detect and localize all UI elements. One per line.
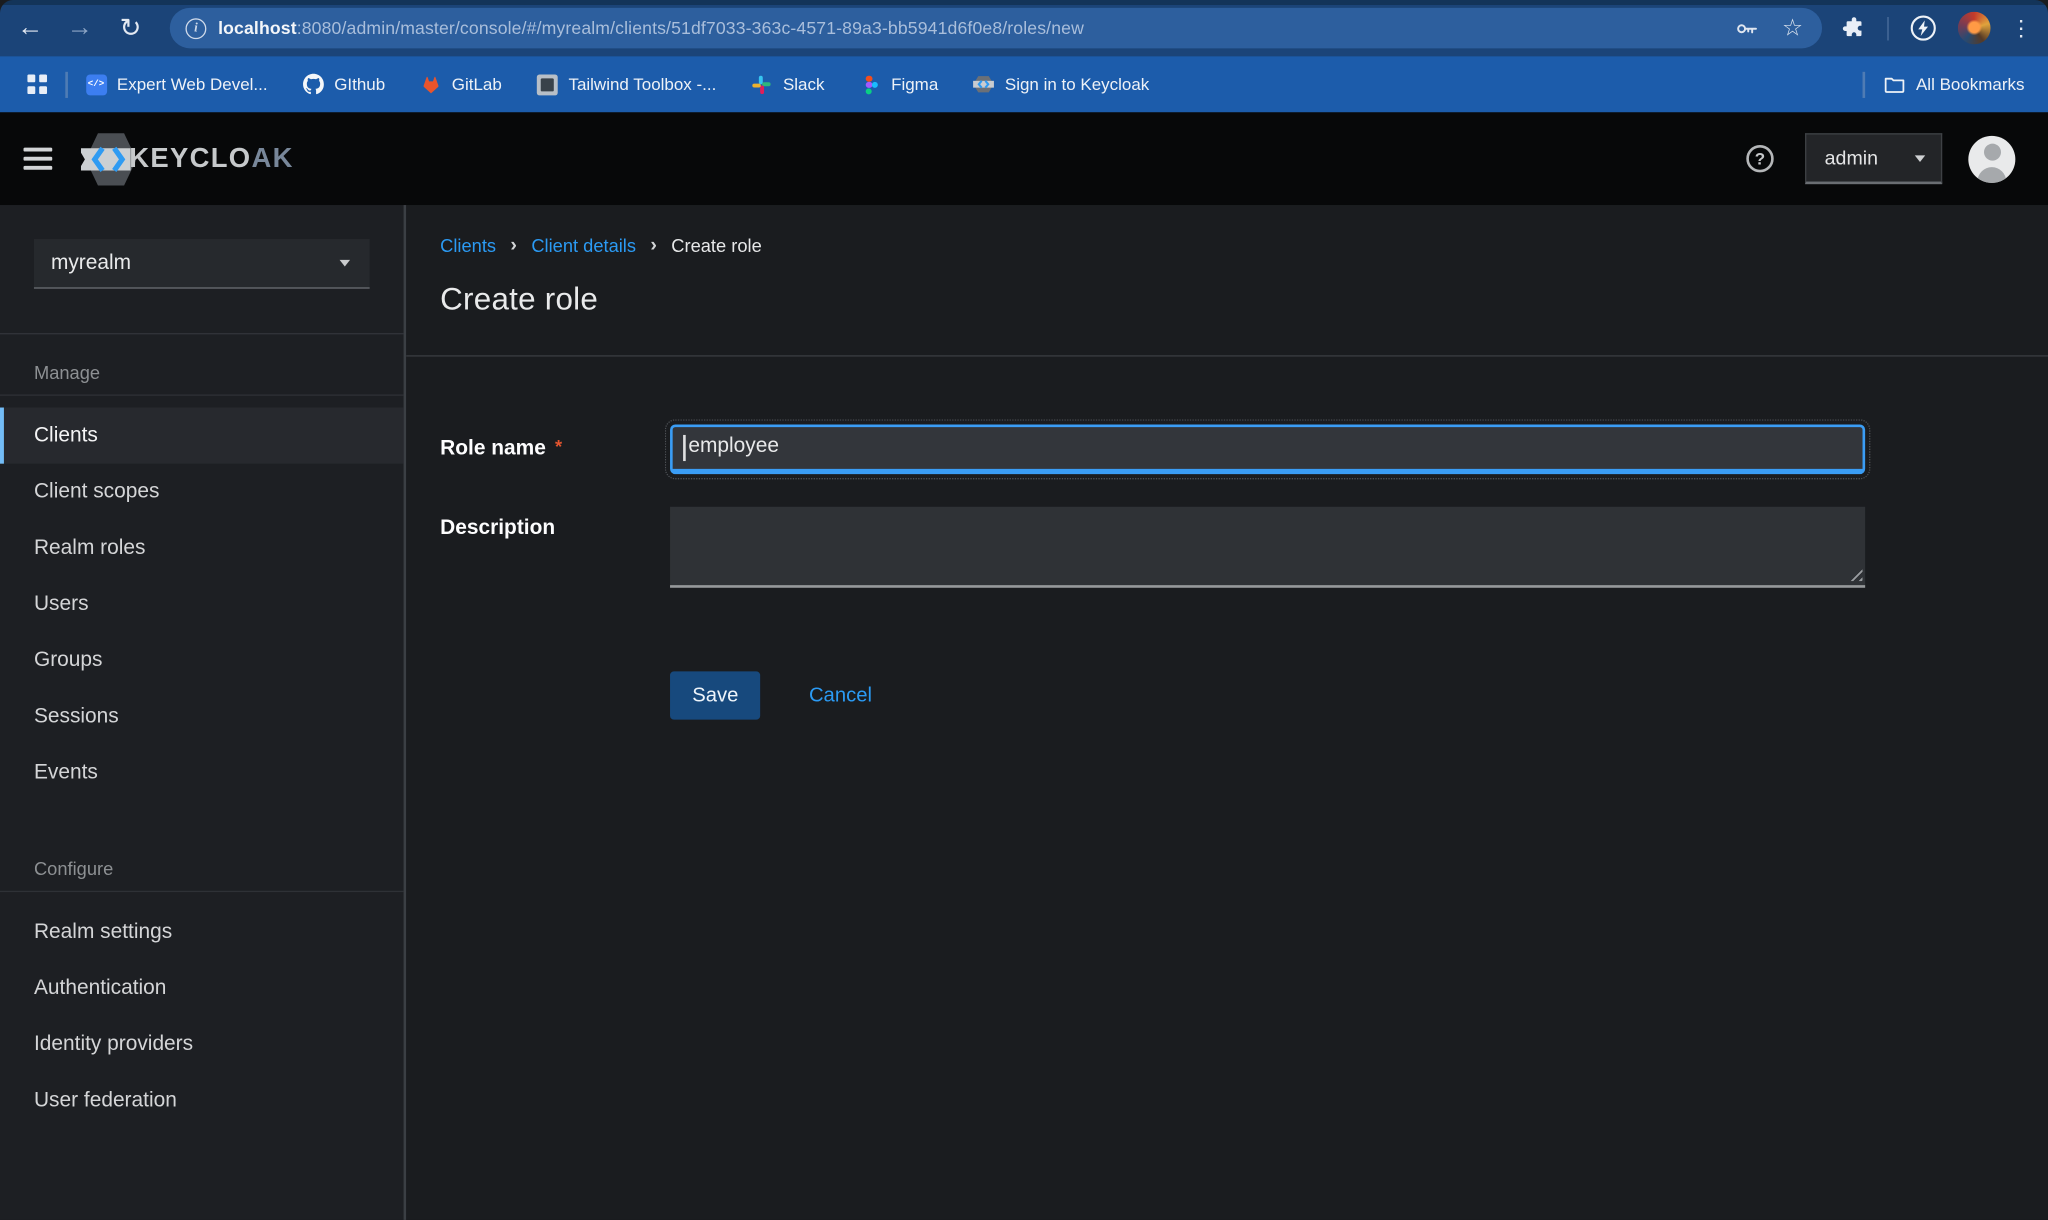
bookmark-gitlab[interactable]: GitLab xyxy=(420,74,501,95)
toolbox-icon xyxy=(537,74,558,95)
sidebar-item-client-scopes[interactable]: Client scopes xyxy=(0,464,404,520)
bookmark-label: Slack xyxy=(783,74,825,94)
chevron-right-icon: › xyxy=(650,234,657,256)
breadcrumb-current: Create role xyxy=(671,234,761,255)
role-name-label: Role name * xyxy=(440,424,670,474)
bookmark-label: Sign in to Keycloak xyxy=(1005,74,1149,94)
brand-wordmark: KEYCLOAK xyxy=(129,143,293,174)
nav-section-manage: Manage xyxy=(0,334,404,395)
browser-menu-icon[interactable]: ⋮ xyxy=(2010,17,2032,39)
extensions-puzzle-icon[interactable] xyxy=(1840,14,1867,41)
user-avatar[interactable] xyxy=(1968,135,2015,182)
password-key-icon[interactable] xyxy=(1735,15,1761,41)
apps-grid-icon[interactable] xyxy=(27,74,47,94)
description-textarea[interactable] xyxy=(670,507,1865,588)
user-menu-dropdown[interactable]: admin xyxy=(1805,133,1942,184)
section-divider xyxy=(406,355,2048,356)
keycloak-masthead: KEYCLOAK ? admin xyxy=(0,112,2048,205)
cancel-link[interactable]: Cancel xyxy=(809,684,872,708)
bookmark-keycloak[interactable]: Sign in to Keycloak xyxy=(974,74,1150,95)
chevron-right-icon: › xyxy=(510,234,517,256)
sidebar-nav: Manage Clients Client scopes Realm roles… xyxy=(0,334,404,1128)
code-editor-icon: </> xyxy=(86,74,107,95)
url-text[interactable]: localhost:8080/admin/master/console/#/my… xyxy=(218,18,1711,38)
screenshot-stage: ← → ↻ i localhost:8080/admin/master/cons… xyxy=(0,0,2048,1220)
text-cursor xyxy=(683,435,685,461)
address-bar[interactable]: i localhost:8080/admin/master/console/#/… xyxy=(170,8,1822,48)
sidebar-item-sessions[interactable]: Sessions xyxy=(0,688,404,744)
sidebar-item-groups[interactable]: Groups xyxy=(0,632,404,688)
brand-accent: AK xyxy=(251,143,293,173)
nav-toggle-icon[interactable] xyxy=(24,148,53,170)
toolbar-separator xyxy=(1887,16,1889,40)
brand-main: KEYCLO xyxy=(129,143,251,173)
all-bookmarks-label: All Bookmarks xyxy=(1916,74,2025,94)
bookmark-tailwind-toolbox[interactable]: Tailwind Toolbox -... xyxy=(537,74,716,95)
nav-section-configure: Configure xyxy=(0,801,404,892)
help-icon[interactable]: ? xyxy=(1746,145,1773,172)
bookmark-figma[interactable]: Figma xyxy=(860,74,939,95)
bookmark-expert-web[interactable]: </> Expert Web Devel... xyxy=(86,74,268,95)
breadcrumb-client-details-link[interactable]: Client details xyxy=(531,234,636,255)
bookmarks-bar: </> Expert Web Devel... GIthub GitLab Ta… xyxy=(0,56,2048,112)
bookmark-slack[interactable]: Slack xyxy=(752,74,825,95)
chevron-down-icon xyxy=(1915,155,1925,162)
figma-logo-icon xyxy=(860,74,881,95)
chevron-down-icon xyxy=(340,260,350,267)
bookmark-github[interactable]: GIthub xyxy=(303,74,385,95)
extension-bolt-icon[interactable] xyxy=(1908,13,1938,43)
gitlab-tanuki-icon xyxy=(420,74,441,95)
save-button[interactable]: Save xyxy=(670,671,761,719)
browser-toolbar: ← → ↻ i localhost:8080/admin/master/cons… xyxy=(0,0,2048,56)
realm-selector[interactable]: myrealm xyxy=(34,239,370,289)
create-role-form: Role name * Description xyxy=(440,424,2048,719)
sidebar: myrealm Manage Clients Client scopes Rea… xyxy=(0,205,406,1220)
site-info-icon[interactable]: i xyxy=(185,18,206,39)
folder-icon xyxy=(1883,73,1905,95)
slack-logo-icon xyxy=(752,74,773,95)
sidebar-item-events[interactable]: Events xyxy=(0,744,404,800)
description-label: Description xyxy=(440,507,670,588)
bookmark-star-icon[interactable]: ☆ xyxy=(1782,14,1803,41)
url-host: localhost xyxy=(218,18,297,38)
toolbar-right-cluster: ⋮ xyxy=(1840,12,2033,45)
bookmark-label: Tailwind Toolbox -... xyxy=(568,74,716,94)
forward-icon[interactable]: → xyxy=(63,13,97,43)
bookmarks-separator xyxy=(65,71,67,97)
keycloak-hexagon-icon xyxy=(974,74,995,95)
form-actions: Save Cancel xyxy=(440,671,2048,719)
bookmark-label: Expert Web Devel... xyxy=(117,74,268,94)
browser-profile-avatar[interactable] xyxy=(1958,12,1991,45)
reload-icon[interactable]: ↻ xyxy=(114,12,148,45)
realm-selector-label: myrealm xyxy=(51,251,131,275)
role-name-input[interactable] xyxy=(670,424,1865,474)
required-indicator: * xyxy=(555,436,562,457)
sidebar-item-users[interactable]: Users xyxy=(0,576,404,632)
sidebar-item-clients[interactable]: Clients xyxy=(0,408,404,464)
back-icon[interactable]: ← xyxy=(13,13,47,43)
sidebar-item-identity-providers[interactable]: Identity providers xyxy=(0,1016,404,1072)
all-bookmarks-button[interactable]: All Bookmarks xyxy=(1883,73,2024,95)
url-path: :8080/admin/master/console/#/myrealm/cli… xyxy=(297,18,1084,38)
sidebar-item-realm-roles[interactable]: Realm roles xyxy=(0,520,404,576)
sidebar-item-user-federation[interactable]: User federation xyxy=(0,1072,404,1128)
user-menu-label: admin xyxy=(1825,147,1878,169)
github-octocat-icon xyxy=(303,74,324,95)
breadcrumb-clients-link[interactable]: Clients xyxy=(440,234,496,255)
main-content: Clients › Client details › Create role C… xyxy=(406,205,2048,1220)
bookmark-label: Figma xyxy=(891,74,938,94)
sidebar-item-authentication[interactable]: Authentication xyxy=(0,960,404,1016)
keycloak-logo[interactable]: KEYCLOAK xyxy=(81,130,294,187)
bookmark-label: GIthub xyxy=(334,74,385,94)
bookmarks-separator xyxy=(1863,71,1865,97)
bookmark-label: GitLab xyxy=(452,74,502,94)
breadcrumb: Clients › Client details › Create role xyxy=(440,234,2048,256)
sidebar-item-realm-settings[interactable]: Realm settings xyxy=(0,904,404,960)
page-title: Create role xyxy=(440,282,2048,319)
